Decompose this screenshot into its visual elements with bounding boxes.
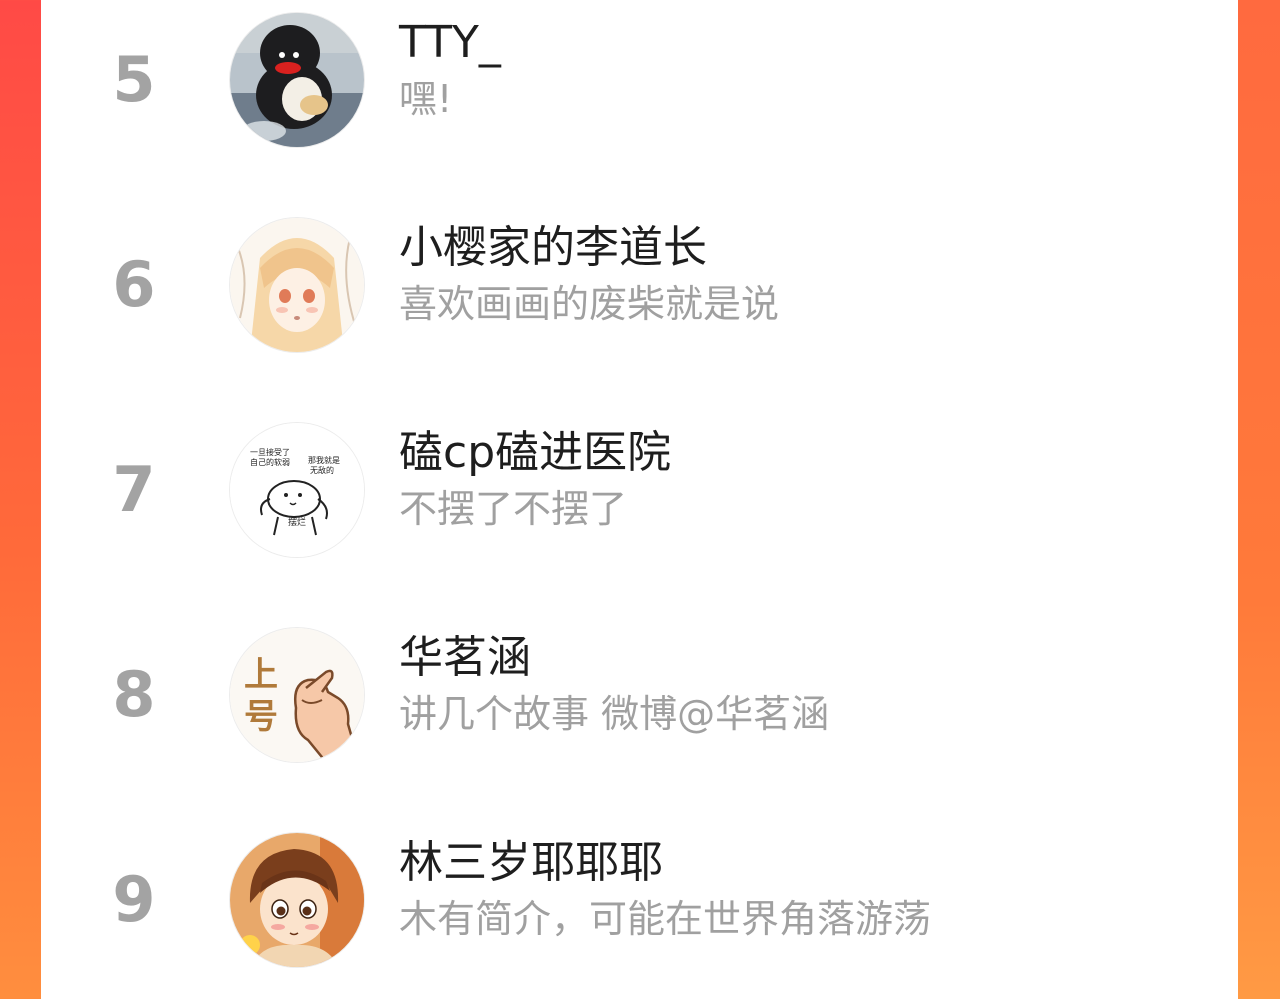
user-bio: 不摆了不摆了	[399, 487, 628, 531]
rank-number: 7	[112, 453, 156, 526]
rank-number: 5	[112, 43, 156, 116]
anime-boy-avatar[interactable]	[230, 833, 364, 967]
pointing-hand-avatar[interactable]: 上 号	[230, 628, 364, 762]
sticker-text: 一旦接受了	[250, 447, 290, 457]
user-name: 林三岁耶耶耶	[399, 837, 663, 888]
list-item[interactable]: 9 林三岁耶耶耶 木有简介，可能在世界角落游荡	[41, 833, 1238, 999]
sticker-text: 摆烂	[288, 516, 306, 528]
user-bio: 木有简介，可能在世界角落游荡	[399, 897, 932, 941]
list-item[interactable]: 7 一旦接受了 自己的软弱 那我就是 无敌的 摆烂 磕cp磕进医院 不摆了不摆了	[41, 423, 1238, 628]
user-name: TTY_	[399, 17, 501, 68]
user-name: 小樱家的李道长	[399, 222, 707, 273]
sticker-text: 无敌的	[310, 465, 334, 475]
sticker-text: 自己的软弱	[250, 457, 290, 467]
sticker-text: 那我就是	[308, 455, 340, 465]
anime-girl-avatar[interactable]	[230, 218, 364, 352]
user-name: 华茗涵	[399, 632, 531, 683]
user-name: 磕cp磕进医院	[399, 427, 672, 478]
ranking-list: 5 TTY_ 嘿! 6 小樱家的李道长 喜欢画画的废柴就是说 7 一旦接受了 自…	[41, 0, 1238, 999]
user-bio: 喜欢画画的废柴就是说	[399, 282, 780, 326]
meme-sticker-avatar[interactable]: 一旦接受了 自己的软弱 那我就是 无敌的 摆烂	[230, 423, 364, 557]
rank-number: 9	[112, 863, 156, 936]
sticker-text: 号	[244, 697, 278, 737]
penguin-plush-avatar[interactable]	[230, 13, 364, 147]
list-item[interactable]: 5 TTY_ 嘿!	[41, 13, 1238, 218]
right-gradient-edge	[1238, 0, 1280, 999]
rank-number: 6	[112, 248, 156, 321]
user-bio: 讲几个故事 微博@华茗涵	[399, 692, 830, 736]
user-bio: 嘿!	[399, 77, 453, 121]
list-item[interactable]: 6 小樱家的李道长 喜欢画画的废柴就是说	[41, 218, 1238, 423]
list-item[interactable]: 8 上 号 华茗涵 讲几个故事 微博@华茗涵	[41, 628, 1238, 833]
sticker-text: 上	[244, 655, 278, 695]
rank-number: 8	[112, 658, 156, 731]
